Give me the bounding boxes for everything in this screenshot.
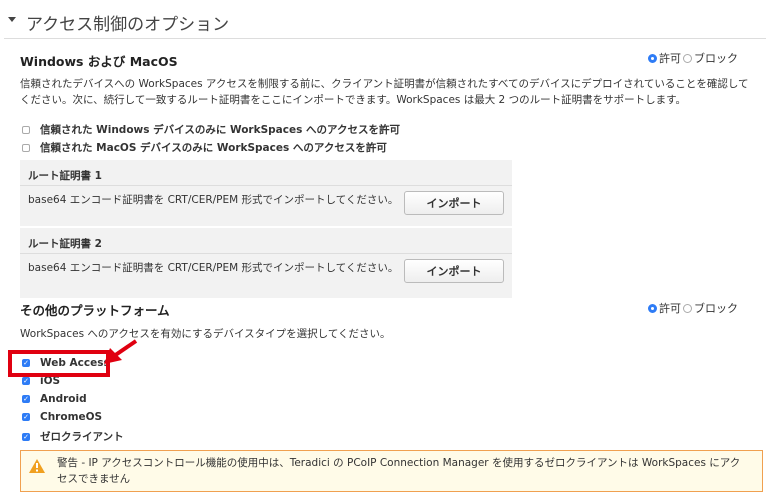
checkbox[interactable]: ✓ [22,377,30,385]
checkbox-label: 信頼された MacOS デバイスのみに WorkSpaces へのアクセスを許可 [40,142,387,154]
import-button-2[interactable]: インポート [404,259,504,283]
warning-icon [29,459,45,473]
other-radio-group: 許可 ブロック [648,300,738,316]
radio-block[interactable] [683,303,692,313]
windows-mac-heading: Windows および MacOS [20,54,178,69]
checkbox[interactable] [22,125,30,134]
checkbox-label: 信頼された Windows デバイスのみに WorkSpaces へのアクセスを… [40,124,400,136]
radio-block-label: ブロック [694,302,738,315]
divider [4,38,766,39]
checkbox-chromeos[interactable]: ✓ ChromeOS [22,411,102,423]
checkbox-label: Android [40,393,87,405]
cert-title: ルート証明書 2 [20,228,512,254]
radio-allow-label: 許可 [659,52,681,65]
checkbox[interactable]: ✓ [22,413,30,421]
radio-allow-label: 許可 [659,302,681,315]
checkbox-android[interactable]: ✓ Android [22,393,87,405]
checkbox-zero-client[interactable]: ✓ ゼロクライアント [22,429,124,444]
warning-box: 警告 - IP アクセスコントロール機能の使用中は、Teradici の PCo… [20,450,763,492]
root-cert-2-panel: ルート証明書 2 base64 エンコード証明書を CRT/CER/PEM 形式… [20,228,512,298]
annotation-highlight-box [8,350,110,377]
radio-allow[interactable] [648,303,657,313]
checkbox-label: ChromeOS [40,411,103,423]
checkbox-trusted-macos[interactable]: 信頼された MacOS デバイスのみに WorkSpaces へのアクセスを許可 [22,140,387,155]
root-cert-1-panel: ルート証明書 1 base64 エンコード証明書を CRT/CER/PEM 形式… [20,160,512,226]
checkbox[interactable]: ✓ [22,395,30,403]
checkbox[interactable] [22,143,30,152]
annotation-arrow-icon [104,339,138,364]
other-description: WorkSpaces へのアクセスを有効にするデバイスタイプを選択してください。 [20,328,391,340]
import-button-1[interactable]: インポート [404,191,504,215]
radio-block-label: ブロック [694,52,738,65]
section-title: アクセス制御のオプション [26,15,230,35]
windows-mac-description: 信頼されたデバイスへの WorkSpaces アクセスを制限する前に、クライアン… [20,78,749,106]
checkbox-trusted-windows[interactable]: 信頼された Windows デバイスのみに WorkSpaces へのアクセスを… [22,122,400,137]
radio-allow[interactable] [648,53,657,63]
cert-instructions: base64 エンコード証明書を CRT/CER/PEM 形式でインポートしてく… [28,194,399,206]
checkbox-label: ゼロクライアント [40,431,124,443]
warning-text: 警告 - IP アクセスコントロール機能の使用中は、Teradici の PCo… [57,457,741,485]
other-platforms-heading: その他のプラットフォーム [20,303,170,318]
cert-title: ルート証明書 1 [20,160,512,186]
radio-block[interactable] [683,53,692,63]
cert-instructions: base64 エンコード証明書を CRT/CER/PEM 形式でインポートしてく… [28,262,399,274]
collapse-triangle-icon[interactable] [8,17,16,22]
checkbox[interactable]: ✓ [22,432,30,441]
windows-mac-radio-group: 許可 ブロック [648,50,738,66]
